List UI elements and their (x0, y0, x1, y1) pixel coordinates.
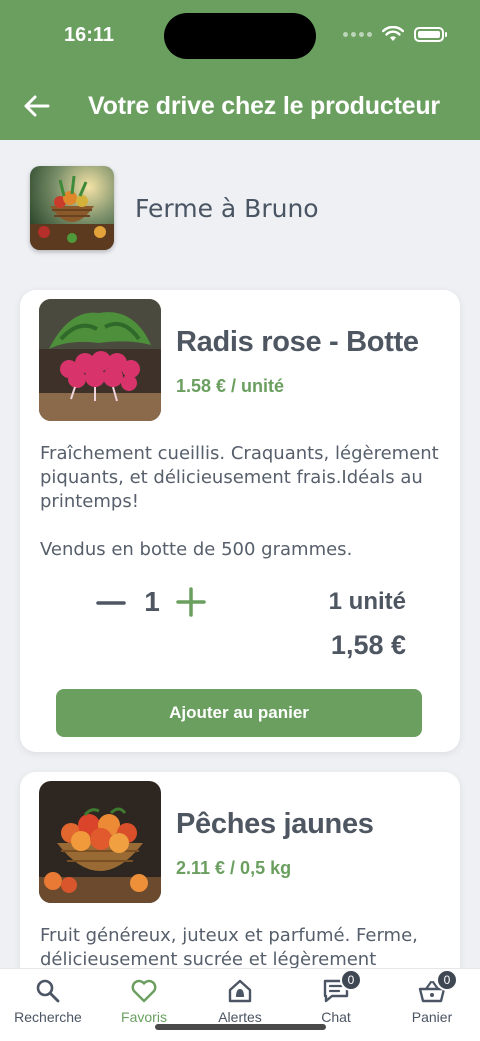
battery-icon (414, 26, 447, 42)
heart-icon (131, 979, 157, 1003)
increase-quantity-button[interactable] (174, 585, 208, 619)
page-title: Votre drive chez le producteur (88, 92, 440, 120)
tab-label: Recherche (14, 1009, 82, 1025)
line-total: 1,58 € (330, 630, 406, 660)
tab-favoris[interactable]: Favoris (96, 977, 192, 1025)
description-paragraph: Vendus en botte de 500 grammes. (40, 539, 353, 560)
farm-avatar (30, 166, 114, 250)
tab-label: Alertes (218, 1009, 262, 1025)
app-header: 16:11 Votre drive chez le producteur (0, 0, 480, 140)
home-indicator (155, 1024, 326, 1030)
tab-label: Favoris (121, 1009, 167, 1025)
bottom-tab-bar: Recherche Favoris Alertes 0 Chat 0 Panie… (0, 968, 480, 1041)
product-name: Pêches jaunes (176, 808, 374, 840)
minus-icon (96, 601, 126, 605)
product-price: 1.58 € / unité (176, 376, 285, 396)
search-icon (36, 979, 60, 1003)
wifi-icon (382, 26, 404, 41)
product-image-radish (39, 299, 161, 421)
farm-name: Ferme à Bruno (135, 194, 319, 223)
product-name: Radis rose - Botte (176, 326, 419, 358)
tab-label: Chat (321, 1009, 351, 1025)
tab-label: Panier (411, 1009, 453, 1025)
add-to-cart-button[interactable]: Ajouter au panier (56, 689, 422, 737)
product-description: Fruit généreux, juteux et parfumé. Ferme… (40, 924, 440, 972)
description-paragraph: Fruit généreux, juteux et parfumé. Ferme… (40, 925, 418, 970)
product-image-peaches (39, 781, 161, 903)
status-time: 16:11 (64, 24, 115, 46)
plus-icon (176, 587, 206, 617)
quantity-value: 1 (144, 586, 160, 617)
tab-panier[interactable]: 0 Panier (384, 969, 480, 1025)
back-button[interactable] (18, 88, 54, 124)
description-paragraph: Fraîchement cueillis. Craquants, légèrem… (40, 443, 439, 512)
chat-badge: 0 (340, 969, 362, 991)
decrease-quantity-button[interactable] (94, 586, 128, 620)
bell-house-icon (228, 979, 252, 1003)
tab-alertes[interactable]: Alertes (192, 977, 288, 1025)
product-price: 2.11 € / 0,5 kg (176, 858, 292, 878)
signal-icon (343, 31, 372, 37)
product-card: Radis rose - Botte 1.58 € / unité Fraîch… (20, 290, 460, 752)
unit-summary: 1 unité (328, 588, 406, 615)
arrow-left-icon (24, 95, 50, 117)
tab-chat[interactable]: 0 Chat (288, 969, 384, 1025)
tab-recherche[interactable]: Recherche (0, 977, 96, 1025)
dynamic-island (164, 13, 316, 59)
cart-badge: 0 (436, 969, 458, 991)
product-description: Fraîchement cueillis. Craquants, légèrem… (40, 442, 440, 562)
status-icons (343, 26, 447, 42)
